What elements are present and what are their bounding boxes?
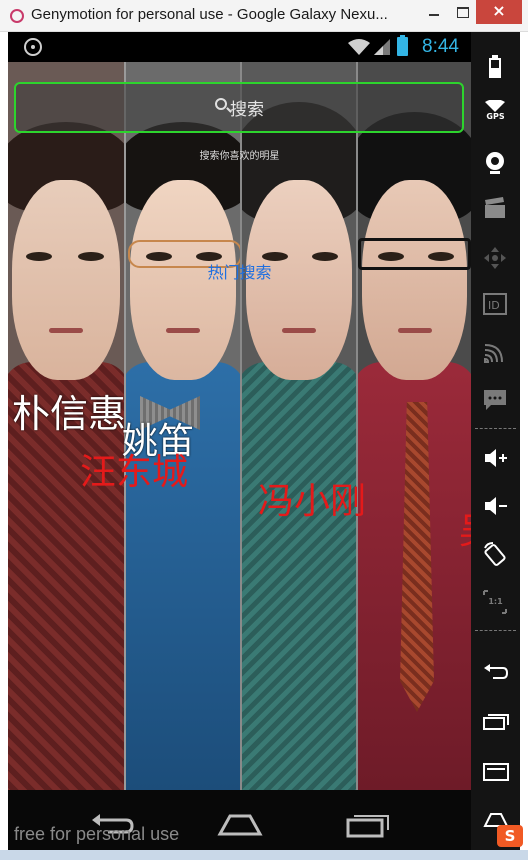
window-title: Genymotion for personal use - Google Gal… <box>31 6 388 23</box>
celebrity-photo-4[interactable] <box>356 62 471 790</box>
sidebar-divider <box>475 630 516 631</box>
sms-widget-button[interactable] <box>471 378 520 422</box>
sidebar-recent-button[interactable] <box>471 702 520 746</box>
windows-taskbar <box>0 850 528 860</box>
scale-ratio-label: 1:1 <box>488 597 503 606</box>
hot-tag[interactable]: 汪东城 <box>80 455 188 491</box>
search-hint: 搜索你喜欢的明星 <box>199 151 280 162</box>
genymotion-sidebar: GPS ID 1:1 <box>471 32 520 860</box>
close-button[interactable]: × <box>476 0 522 24</box>
minimize-button[interactable] <box>420 0 448 24</box>
android-status-bar: 8:44 <box>8 32 471 62</box>
wifi-icon <box>348 39 370 55</box>
gps-label: GPS <box>486 112 505 121</box>
hot-tag[interactable]: 冯小刚 <box>258 484 366 520</box>
battery-icon <box>397 35 408 56</box>
dpad-widget-button[interactable] <box>471 236 520 280</box>
volume-up-button[interactable] <box>471 436 520 480</box>
screencast-widget-button[interactable] <box>471 186 520 230</box>
hot-search-title: 热门搜索 <box>207 263 272 282</box>
app-screen: 搜索 搜索你喜欢的明星 热门搜索 朴信惠 姚笛 汪东城 冯小刚 吴 <box>8 62 471 790</box>
location-target-icon <box>24 38 42 56</box>
status-clock: 8:44 <box>422 36 459 57</box>
device-id-widget-button[interactable]: ID <box>471 282 520 326</box>
dpad-icon <box>484 247 506 269</box>
signal-icon <box>374 39 390 55</box>
back-icon <box>484 664 509 679</box>
gps-widget-button[interactable]: GPS <box>471 90 520 134</box>
recent-apps-icon[interactable] <box>344 808 392 838</box>
clapper-icon <box>485 197 505 218</box>
sidebar-divider <box>475 428 516 429</box>
sogou-ime-icon[interactable]: S <box>497 825 523 847</box>
webcam-icon <box>486 152 504 174</box>
search-icon <box>215 98 227 110</box>
scale-button[interactable]: 1:1 <box>471 580 520 624</box>
sms-icon <box>484 390 506 410</box>
volume-down-button[interactable] <box>471 484 520 528</box>
webcam-widget-button[interactable] <box>471 140 520 184</box>
menu-icon <box>483 763 509 781</box>
search-box[interactable]: 搜索 <box>14 82 464 133</box>
watermark-text: free for personal use <box>14 824 180 844</box>
celebrity-photo-3[interactable] <box>240 62 356 790</box>
genymotion-app-icon <box>10 9 24 23</box>
hot-tag[interactable]: 吴 <box>459 514 471 550</box>
battery-widget-button[interactable] <box>471 44 520 88</box>
volume-up-icon <box>485 449 507 467</box>
id-icon: ID <box>483 293 507 315</box>
search-label: 搜索 <box>230 100 264 120</box>
rotate-icon <box>484 542 506 566</box>
battery-icon <box>489 55 501 78</box>
home-icon[interactable] <box>216 808 264 838</box>
cast-widget-button[interactable] <box>471 330 520 374</box>
maximize-button[interactable] <box>448 0 476 24</box>
rotate-button[interactable] <box>471 532 520 576</box>
recent-apps-icon <box>483 714 509 730</box>
volume-down-icon <box>485 497 507 515</box>
window-titlebar: Genymotion for personal use - Google Gal… <box>0 0 528 32</box>
hot-tag[interactable]: 朴信惠 <box>12 395 126 433</box>
cast-icon <box>484 344 503 363</box>
sidebar-back-button[interactable] <box>471 652 520 696</box>
sidebar-menu-button[interactable] <box>471 752 520 796</box>
svg-text:ID: ID <box>488 299 500 312</box>
